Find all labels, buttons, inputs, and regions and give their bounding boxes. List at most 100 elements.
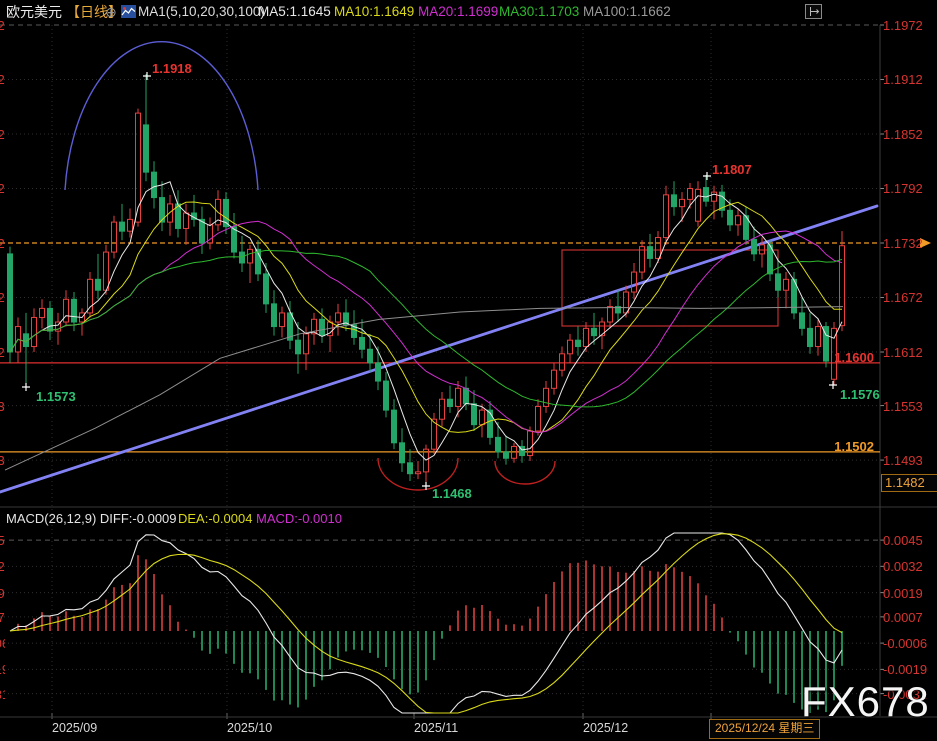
candle-up (680, 199, 685, 206)
candle-up (104, 252, 109, 290)
left-axis-clipped-label: 1.1493 (0, 453, 5, 468)
candle-up (552, 370, 557, 388)
macd-dea-value: DEA:-0.0004 (178, 511, 252, 526)
axis-price-box: 1.1482 (881, 474, 937, 492)
left-axis-clipped-label: -0.0031 (0, 687, 5, 702)
candle-up (712, 192, 717, 201)
chart-price-label: 1.1918 (152, 61, 192, 76)
candle-up (608, 307, 613, 322)
candle-down (240, 252, 245, 263)
left-axis-clipped-label: 1.1672 (0, 290, 5, 305)
candle-up (840, 246, 845, 326)
candle-down (464, 388, 469, 403)
price-axis-label: 1.1493 (883, 453, 923, 468)
candle-down (392, 410, 397, 443)
left-axis-clipped-label: 0.0045 (0, 533, 5, 548)
price-axis-label: 1.1852 (883, 127, 923, 142)
candle-up (584, 328, 589, 346)
chart-price-label: 1.1807 (712, 162, 752, 177)
candle-down (272, 304, 277, 327)
candle-down (576, 340, 581, 346)
candle-up (304, 334, 309, 354)
price-axis-label: 1.1612 (883, 345, 923, 360)
price-axis-label: 1.1553 (883, 399, 923, 414)
macd-axis-label: 0.0032 (883, 559, 923, 574)
extreme-cross-marker (703, 172, 711, 180)
candle-down (672, 195, 677, 207)
ma10-value: MA10:1.1649 (334, 2, 414, 22)
candle-down (144, 125, 149, 172)
ma30-value: MA30:1.1703 (499, 2, 579, 22)
candle-up (696, 189, 701, 221)
candle-down (704, 188, 709, 202)
trading-chart-app: { "titlebar": { "symbol": "欧元美元", "perio… (0, 0, 937, 741)
chart-type-icon[interactable] (121, 4, 136, 24)
candle-down (400, 443, 405, 463)
macd-dea-line (10, 534, 842, 713)
candle-up (280, 313, 285, 327)
candle-up (560, 354, 565, 370)
fx678-watermark: FX678 (801, 678, 930, 726)
macd-axis-label: 0.0045 (883, 533, 923, 548)
candle-down (320, 319, 325, 335)
left-axis-clipped-label: 0.0007 (0, 610, 5, 625)
candle-down (648, 247, 653, 259)
candle-up (112, 222, 117, 252)
x-axis-label: 2025/11 (414, 721, 458, 735)
candle-up (336, 313, 341, 322)
candle-up (632, 272, 637, 292)
chart-price-label: 1.1468 (432, 486, 472, 501)
price-axis-label: 1.1792 (883, 181, 923, 196)
chart-price-label: 1.1573 (36, 389, 76, 404)
candle-down (448, 399, 453, 406)
macd-indicator-header: MACD(26,12,9) DIFF:-0.0009 DEA:-0.0004 M… (0, 511, 937, 528)
candle-down (488, 410, 493, 437)
candle-down (368, 349, 373, 363)
extreme-cross-marker (143, 72, 151, 80)
ma100-value: MA100:1.1662 (583, 2, 671, 22)
candle-down (808, 328, 813, 346)
candle-down (504, 452, 509, 458)
symbol-name: 欧元美元 (6, 2, 62, 22)
macd-axis-label: -0.0006 (883, 636, 927, 651)
candle-down (72, 299, 77, 322)
macd-value: MACD:-0.0010 (256, 511, 342, 526)
left-axis-clipped-label: 0.0019 (0, 586, 5, 601)
candle-up (816, 327, 821, 347)
extreme-cross-marker (829, 381, 837, 389)
price-axis-label: 1.1732 (883, 236, 923, 251)
ma5-line (10, 182, 842, 460)
left-axis-clipped-label: 1.1792 (0, 181, 5, 196)
candle-down (408, 463, 413, 474)
candle-down (384, 381, 389, 410)
candle-up (544, 388, 549, 406)
left-axis-clipped-label: 1.1912 (0, 72, 5, 87)
candle-down (728, 210, 733, 225)
candle-down (376, 363, 381, 381)
candle-down (152, 172, 157, 197)
candle-down (592, 328, 597, 335)
macd-diff-line (10, 533, 842, 713)
shift-right-icon[interactable] (805, 4, 822, 19)
candle-down (96, 279, 101, 290)
candle-up (456, 388, 461, 406)
candle-up (784, 279, 789, 290)
candle-up (760, 245, 765, 254)
candle-up (624, 292, 629, 313)
extreme-cross-marker (22, 383, 30, 391)
candle-up (536, 406, 541, 431)
macd-axis-label: 0.0019 (883, 586, 923, 601)
candle-up (416, 472, 421, 474)
chart-canvas[interactable] (0, 0, 937, 741)
candle-down (800, 313, 805, 328)
ma20-value: MA20:1.1699 (418, 2, 498, 22)
left-axis-clipped-label: 1.1553 (0, 399, 5, 414)
chart-price-label: 1.1576 (840, 387, 880, 402)
ma20-line (10, 221, 842, 432)
left-axis-clipped-label: 1.1732 (0, 236, 5, 251)
candle-down (776, 274, 781, 290)
zoom-plus-icon[interactable]: ⊕ (105, 2, 117, 22)
candle-up (440, 399, 445, 419)
ma30-line (10, 250, 842, 407)
ma100-line (5, 307, 843, 471)
